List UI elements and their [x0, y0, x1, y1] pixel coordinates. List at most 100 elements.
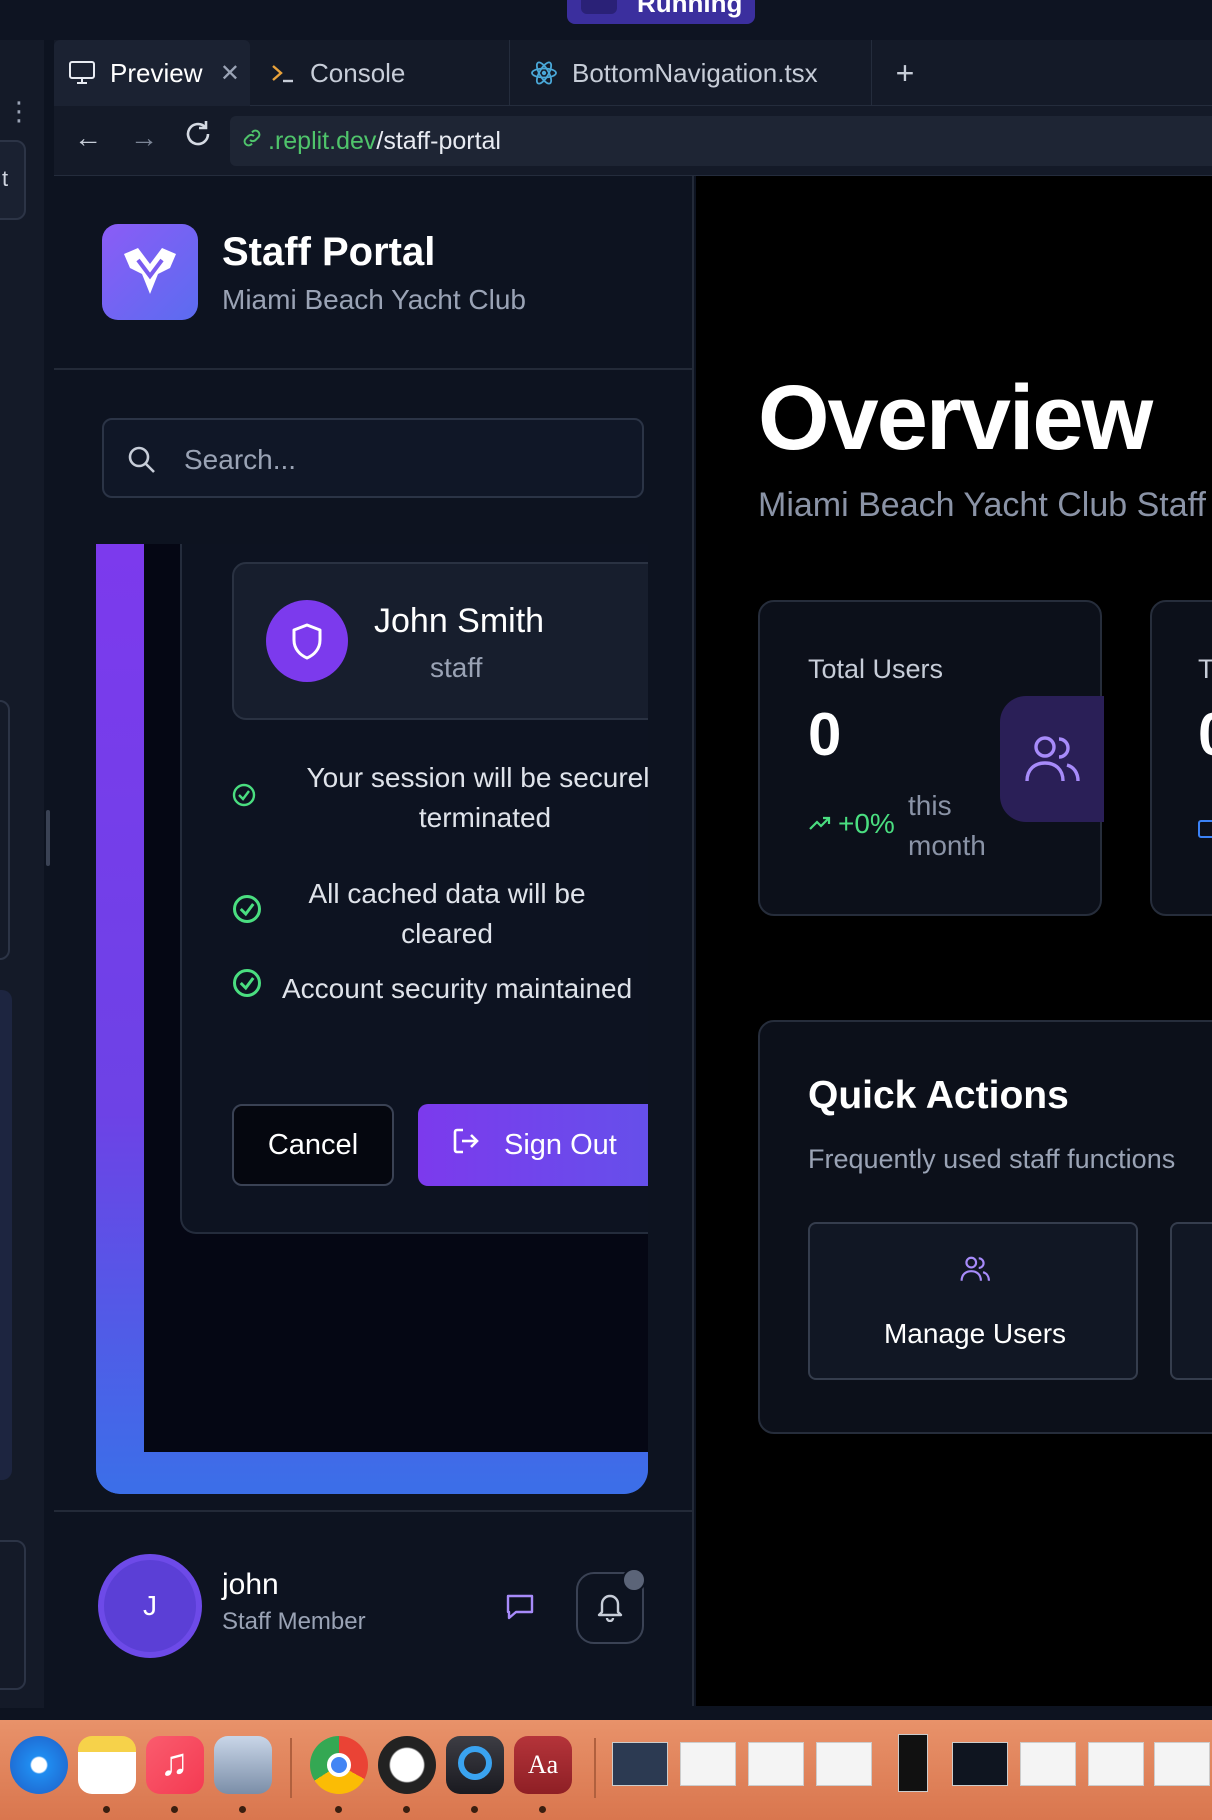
- url-bar: ← → .replit.dev/staff-portal: [54, 106, 1212, 176]
- stat-card-total-users: Total Users 0 +0% this month: [758, 600, 1104, 916]
- stat-label: Total Users: [808, 654, 944, 684]
- window-thumbnail[interactable]: [1154, 1742, 1210, 1786]
- tab-console-label: Console: [310, 57, 406, 88]
- left-panel-card-bottom: [0, 1540, 26, 1690]
- run-status-label: Running: [637, 0, 743, 18]
- reload-icon[interactable]: [182, 118, 214, 155]
- tab-preview[interactable]: Preview ✕: [54, 40, 250, 106]
- left-panel-edge: ⋮ t: [0, 40, 44, 1708]
- quick-actions-card: Quick Actions Frequently used staff func…: [758, 1020, 1212, 1434]
- music-icon[interactable]: ♫: [146, 1736, 204, 1794]
- link-icon: [240, 126, 264, 157]
- tab-bottom-navigation-file[interactable]: BottomNavigation.tsx: [514, 40, 872, 106]
- run-status-icon: [581, 0, 617, 14]
- checklist-item: Your session will be securely terminated: [232, 758, 648, 838]
- run-status-pill[interactable]: Running: [567, 0, 755, 24]
- forward-arrow-icon[interactable]: →: [130, 124, 158, 152]
- tab-bar: Preview ✕ Console BottomNavigation.tsx +: [54, 40, 1212, 106]
- dialog-user-name: John Smith: [374, 602, 545, 640]
- search-input[interactable]: [184, 438, 604, 482]
- footer-user-role: Staff Member: [222, 1608, 366, 1635]
- sidebar-search[interactable]: [102, 418, 644, 498]
- tab-console[interactable]: Console: [254, 40, 510, 106]
- left-panel-highlight: [0, 990, 12, 1480]
- tab-preview-label: Preview: [110, 57, 203, 88]
- url-path: /staff-portal: [376, 126, 501, 155]
- page-title: Overview: [758, 367, 1153, 469]
- dialog-user-card: John Smith staff: [232, 562, 648, 720]
- left-panel-button[interactable]: t: [0, 140, 26, 220]
- signout-dialog: John Smith staff Your session will be se…: [180, 544, 648, 1234]
- dock: ♫ Aa: [0, 1720, 1212, 1820]
- quicktime-icon[interactable]: [446, 1736, 504, 1794]
- left-panel-button-text: t: [2, 166, 9, 191]
- sidebar-title: Staff Portal: [222, 230, 436, 274]
- chrome-icon[interactable]: [310, 1736, 368, 1794]
- dictionary-icon[interactable]: Aa: [514, 1736, 572, 1794]
- manage-users-label: Manage Users: [883, 1318, 1067, 1349]
- search-icon: [126, 444, 158, 481]
- main-content: Overview Miami Beach Yacht Club Staff To…: [696, 176, 1212, 1706]
- quick-actions-title: Quick Actions: [808, 1074, 1069, 1117]
- checklist-item: Account security maintained: [232, 968, 648, 1009]
- notification-dot: [622, 1568, 646, 1592]
- shield-icon: [266, 600, 348, 682]
- checklist-text: All cached data will be cleared: [308, 878, 586, 949]
- sidebar-header: Staff Portal Miami Beach Yacht Club: [54, 176, 694, 370]
- stat-label: T: [1198, 654, 1212, 684]
- tab-file-label: BottomNavigation.tsx: [572, 57, 818, 88]
- check-circle-icon: [232, 778, 268, 818]
- app-logo-icon: [102, 224, 198, 320]
- window-thumbnail[interactable]: [612, 1742, 668, 1786]
- users-icon: [1000, 696, 1104, 822]
- signout-modal-frame: John Smith staff Your session will be se…: [96, 544, 648, 1494]
- url-domain: .replit.dev: [268, 126, 377, 155]
- bell-icon: [595, 1590, 625, 1627]
- sign-out-label: Sign Out: [504, 1128, 617, 1161]
- notes-icon[interactable]: [78, 1736, 136, 1794]
- window-thumbnail[interactable]: [952, 1742, 1008, 1786]
- terminal-icon: [270, 62, 296, 84]
- react-icon: [530, 59, 558, 87]
- avatar[interactable]: J: [98, 1554, 202, 1658]
- avatar-initial: J: [143, 1590, 157, 1621]
- check-circle-icon: [232, 968, 282, 1009]
- window-thumbnail[interactable]: [1020, 1742, 1076, 1786]
- window-thumbnail[interactable]: [1088, 1742, 1144, 1786]
- footer-user-name: john: [222, 1568, 279, 1601]
- sidebar-subtitle: Miami Beach Yacht Club: [222, 284, 526, 315]
- add-tab-button[interactable]: +: [872, 40, 938, 106]
- sidebar-footer: J john Staff Member: [54, 1510, 694, 1706]
- stat-trend-value: +0%: [838, 808, 895, 839]
- safari-icon[interactable]: [10, 1736, 68, 1794]
- message-icon[interactable]: [504, 1592, 536, 1627]
- checklist-text: Your session will be securely terminated: [306, 762, 648, 833]
- window-thumbnail[interactable]: [748, 1742, 804, 1786]
- address-field[interactable]: .replit.dev/staff-portal: [230, 116, 1212, 166]
- quick-actions-subtitle: Frequently used staff functions: [808, 1144, 1176, 1174]
- instruments-icon[interactable]: [378, 1736, 436, 1794]
- trending-up-icon: [808, 808, 832, 840]
- users-icon: [958, 1254, 992, 1289]
- sign-out-button[interactable]: Sign Out: [418, 1104, 648, 1186]
- cancel-button[interactable]: Cancel: [232, 1104, 394, 1186]
- window-thumbnail[interactable]: [898, 1734, 928, 1792]
- dialog-user-role: staff: [430, 652, 483, 683]
- quick-action-button[interactable]: [1170, 1222, 1212, 1380]
- page-subtitle: Miami Beach Yacht Club Staff: [758, 486, 1206, 524]
- stat-value: 0: [808, 701, 842, 768]
- left-panel-card: [0, 700, 10, 960]
- window-thumbnail[interactable]: [816, 1742, 872, 1786]
- stat-trend: +0%: [808, 808, 895, 840]
- back-arrow-icon[interactable]: ←: [74, 124, 102, 152]
- checklist-text: Account security maintained: [282, 972, 633, 1004]
- close-icon[interactable]: ✕: [220, 59, 240, 88]
- kebab-menu-icon[interactable]: ⋮: [6, 98, 32, 124]
- pane-resize-handle[interactable]: [46, 810, 50, 866]
- preview-icon[interactable]: [214, 1736, 272, 1794]
- manage-users-button[interactable]: Manage Users: [808, 1222, 1138, 1380]
- window-thumbnail[interactable]: [680, 1742, 736, 1786]
- check-circle-icon: [232, 894, 268, 935]
- calendar-icon: [1198, 820, 1212, 838]
- sidebar: Staff Portal Miami Beach Yacht Club John…: [54, 176, 694, 1706]
